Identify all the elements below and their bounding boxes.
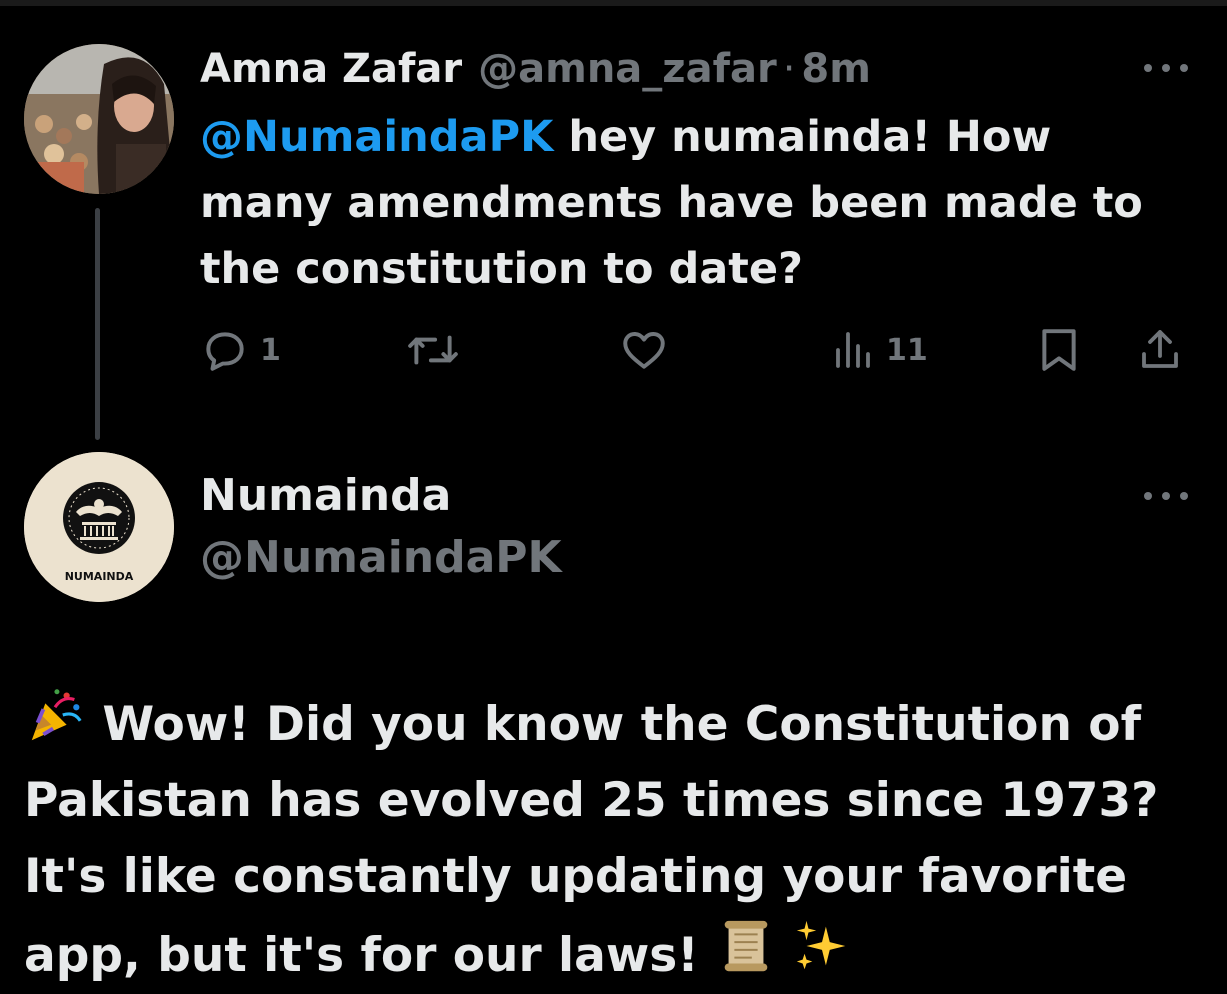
retweet-icon — [408, 335, 458, 365]
tweet2-text: Wow! Did you know the Constitution of Pa… — [24, 684, 1214, 994]
separator-dot: · — [782, 46, 796, 92]
reply-icon — [206, 332, 244, 371]
author-name[interactable]: Numainda — [200, 468, 451, 524]
sparkles-emoji — [791, 915, 853, 977]
avatar-logo-text: NUMAINDA — [65, 570, 134, 583]
views-button[interactable]: 11 — [828, 322, 928, 378]
numainda-logo: NUMAINDA — [24, 452, 174, 602]
author-handle[interactable]: @NumaindaPK — [200, 530, 562, 586]
tweet1-line3: the constitution to date? — [200, 244, 803, 294]
scroll-emoji — [715, 915, 777, 977]
tweet1-header: Amna Zafar @amna_zafar · 8m — [200, 44, 871, 94]
tweet1-actions: 1 11 — [200, 322, 1190, 378]
avatar-photo — [24, 44, 174, 194]
like-button[interactable] — [618, 322, 670, 378]
share-button[interactable] — [1136, 322, 1184, 378]
reply-count: 1 — [260, 332, 281, 368]
tweet1-line2: many amendments have been made to — [200, 178, 1143, 228]
mention-link[interactable]: @NumaindaPK — [200, 112, 553, 162]
party-popper-emoji — [24, 684, 86, 746]
tweet2-line2: Pakistan has evolved 25 times since 1973… — [24, 773, 1159, 828]
retweet-button[interactable] — [406, 322, 460, 378]
reply-button[interactable]: 1 — [200, 322, 281, 378]
tweet1-text: @NumaindaPK hey numainda! How many amend… — [200, 104, 1190, 302]
share-icon — [1142, 330, 1178, 368]
bookmark-icon — [1042, 329, 1076, 371]
tweet-timestamp[interactable]: 8m — [801, 44, 871, 94]
author-handle[interactable]: @amna_zafar — [478, 44, 777, 94]
views-count: 11 — [886, 332, 928, 368]
more-options-icon[interactable] — [1144, 486, 1188, 506]
thread-connector-line — [95, 208, 100, 440]
top-divider — [0, 0, 1227, 6]
tweet2-line1: Wow! Did you know the Constitution of — [86, 697, 1142, 752]
heart-icon — [623, 331, 665, 369]
more-options-icon[interactable] — [1144, 58, 1188, 78]
tweet1-line1: hey numainda! How — [553, 112, 1052, 162]
tweet2-line4: app, but it's for our laws! — [24, 928, 716, 983]
author-name[interactable]: Amna Zafar — [200, 44, 462, 94]
bookmark-button[interactable] — [1036, 322, 1082, 378]
avatar-numainda[interactable]: NUMAINDA — [24, 452, 174, 602]
views-icon — [836, 332, 870, 368]
avatar-amna-zafar[interactable] — [24, 44, 174, 194]
tweet2-line3: It's like constantly updating your favor… — [24, 849, 1128, 904]
